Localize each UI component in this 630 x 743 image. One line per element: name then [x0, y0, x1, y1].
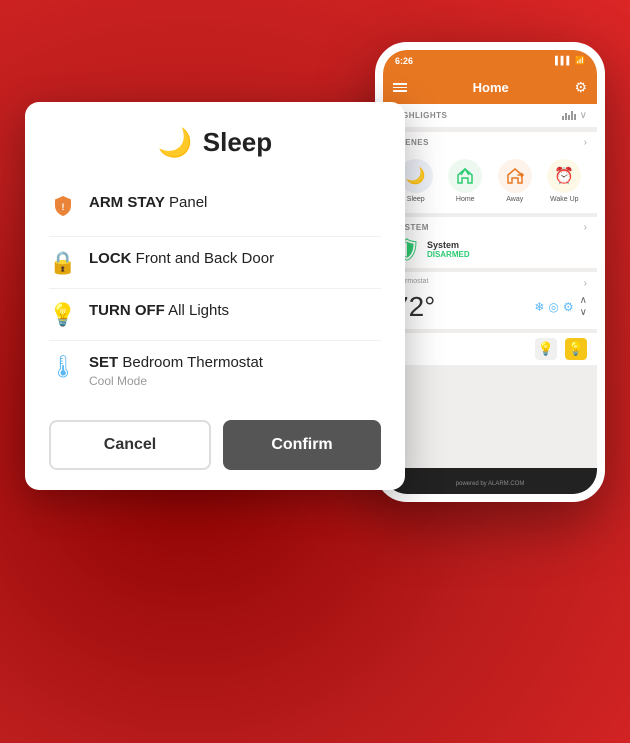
scene-away[interactable]: Away — [498, 159, 532, 203]
system-name: System — [427, 240, 470, 250]
lock-icon: 🔒 — [49, 250, 77, 276]
modal-moon-icon: 🌙 — [158, 126, 193, 159]
temp-down-button[interactable]: ∨ — [580, 307, 587, 318]
modal-buttons: Cancel Confirm — [49, 420, 381, 470]
turnoff-item: 💡 TURN OFF All Lights — [49, 289, 381, 341]
hamburger-icon[interactable] — [393, 83, 407, 92]
lock-strong: LOCK — [89, 250, 132, 267]
bulb-icon: 💡 — [49, 302, 77, 328]
system-section: SYSTEM › 🛡 System DISARMED — [383, 217, 597, 268]
snowflake-icon: ❄ — [534, 300, 544, 314]
arm-stay-text: ARM STAY Panel — [89, 193, 381, 213]
shield-orange-icon: ! — [49, 194, 77, 224]
lights-section: 💡 💡 — [383, 333, 597, 365]
scenes-chevron-icon[interactable]: › — [584, 137, 587, 148]
temp-up-button[interactable]: ∧ — [580, 295, 587, 306]
thermostat-chevron-icon[interactable]: › — [584, 278, 587, 289]
lock-item: 🔒 LOCK Front and Back Door — [49, 237, 381, 289]
app-title: Home — [407, 80, 574, 95]
arm-stay-item: ! ARM STAY Panel — [49, 181, 381, 237]
scenes-row: 🌙 Sleep Home — [383, 153, 597, 213]
sleep-modal: 🌙 Sleep ! ARM STAY Panel — [25, 102, 405, 491]
highlights-section: HIGHLIGHTS ∨ — [383, 104, 597, 128]
arm-stay-strong: ARM STAY — [89, 194, 165, 211]
scene-home-label: Home — [456, 196, 475, 203]
thermostat-set-label: SET Bedroom Thermostat — [89, 354, 263, 371]
turnoff-strong: TURN OFF — [89, 302, 165, 319]
status-bar: 6:26 ▌▌▌ 📶 — [383, 50, 597, 72]
modal-items-list: ! ARM STAY Panel 🔒 LOCK Front and Back D… — [49, 181, 381, 401]
scene-wakeup-label: Wake Up — [550, 196, 579, 203]
lock-label: LOCK Front and Back Door — [89, 250, 274, 267]
arm-stay-label: ARM STAY Panel — [89, 194, 207, 211]
lock-text: LOCK Front and Back Door — [89, 249, 381, 269]
settings-icon[interactable]: ⚙ — [574, 79, 587, 96]
powered-by-bar: powered by ALARM.COM — [383, 468, 597, 494]
modal-title-row: 🌙 Sleep — [49, 126, 381, 159]
turnoff-text: TURN OFF All Lights — [89, 301, 381, 321]
turnoff-label: TURN OFF All Lights — [89, 302, 229, 319]
scene-wakeup-icon: ⏰ — [547, 159, 581, 193]
status-icons: ▌▌▌ 📶 — [555, 56, 585, 65]
svg-text:!: ! — [62, 202, 65, 212]
wifi-icon: 📶 — [575, 56, 585, 65]
scene-sleep-label: Sleep — [407, 196, 425, 203]
thermostat-item: 🌡 SET Bedroom Thermostat Cool Mode — [49, 341, 381, 401]
signal-icon: ▌▌▌ — [555, 56, 572, 65]
light-off-button[interactable]: 💡 — [535, 338, 557, 360]
fan-icon: ⚙ — [563, 300, 574, 314]
scene-away-label: Away — [506, 196, 523, 203]
scene-home-icon — [448, 159, 482, 193]
system-status: DISARMED — [427, 250, 470, 259]
phone: 6:26 ▌▌▌ 📶 Home ⚙ HIGHLIGHTS — [375, 42, 605, 502]
system-chevron-icon[interactable]: › — [584, 222, 587, 233]
thermometer-icon: 🌡 — [49, 354, 77, 380]
confirm-button[interactable]: Confirm — [223, 420, 381, 470]
powered-by-text: powered by ALARM.COM — [456, 481, 525, 487]
status-time: 6:26 — [395, 56, 413, 66]
highlights-chevron-icon[interactable]: ∨ — [580, 110, 587, 121]
thermostat-mode-label: Cool Mode — [89, 374, 381, 388]
top-bar: Home ⚙ — [383, 72, 597, 104]
thermostat-section: Thermostat › 72° ❄ ◎ ⚙ ∧ ∨ — [383, 272, 597, 329]
scene-wakeup[interactable]: ⏰ Wake Up — [547, 159, 581, 203]
thermostat-controls: ❄ ◎ ⚙ ∧ ∨ — [534, 295, 587, 318]
light-on-button[interactable]: 💡 — [565, 338, 587, 360]
mode-icon: ◎ — [548, 300, 558, 314]
set-strong: SET — [89, 354, 118, 371]
modal-title: Sleep — [203, 127, 272, 158]
scene-home[interactable]: Home — [448, 159, 482, 203]
scene-away-icon — [498, 159, 532, 193]
thermostat-text: SET Bedroom Thermostat Cool Mode — [89, 353, 381, 389]
bar-chart-icon — [562, 110, 576, 120]
scenes-section: SCENES › 🌙 Sleep — [383, 132, 597, 213]
cancel-button[interactable]: Cancel — [49, 420, 211, 470]
